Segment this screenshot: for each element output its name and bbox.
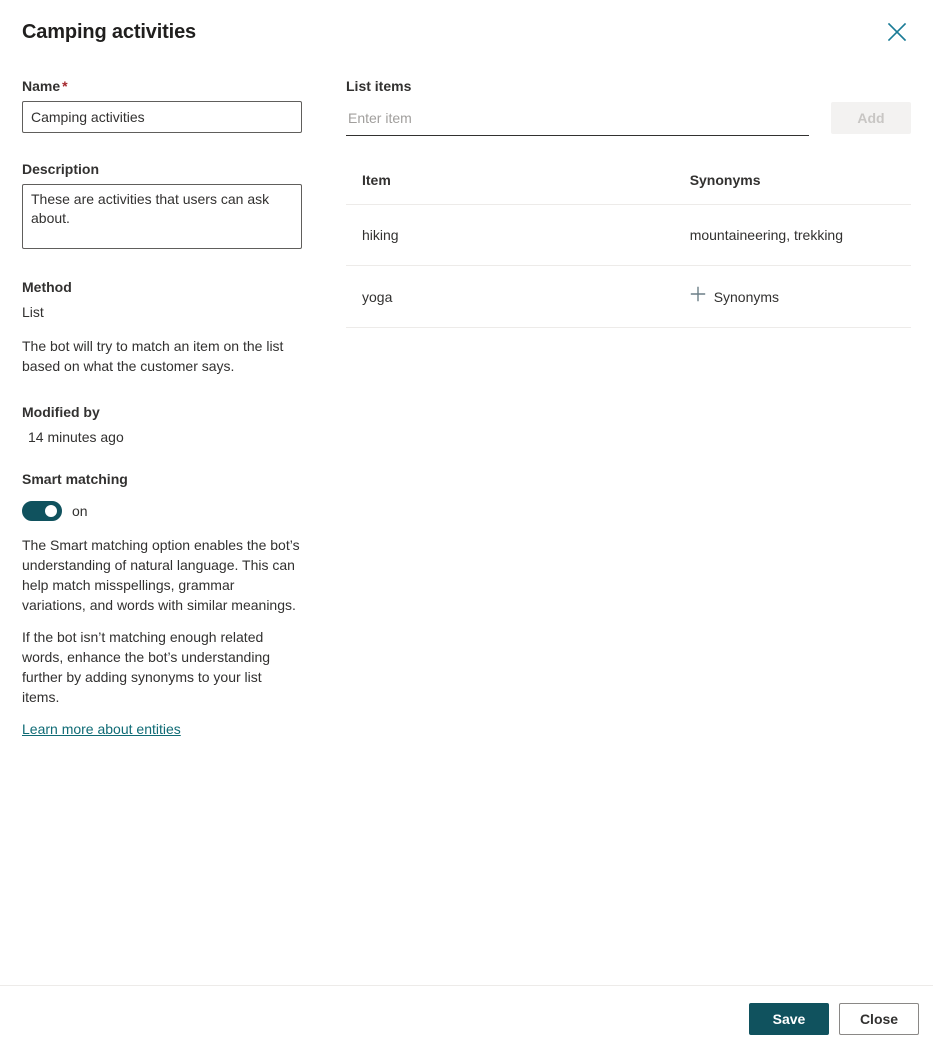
name-input[interactable] <box>22 101 302 133</box>
list-items-table: Item Synonyms hiking mountaineering, tre… <box>346 172 911 328</box>
smart-matching-toggle-state: on <box>72 503 88 519</box>
entity-editor-panel: Camping activities Name* Description <box>0 0 933 1052</box>
table-row[interactable]: yoga Synonyms <box>346 265 911 328</box>
description-textarea[interactable] <box>22 184 302 249</box>
smart-matching-toggle[interactable] <box>22 501 62 521</box>
save-button[interactable]: Save <box>749 1003 829 1035</box>
add-item-input[interactable] <box>346 104 809 136</box>
plus-icon <box>690 286 706 307</box>
cell-synonyms: mountaineering, trekking <box>673 204 911 266</box>
smart-matching-label: Smart matching <box>22 471 128 487</box>
close-icon <box>887 22 907 42</box>
method-group: Method List The bot will try to match an… <box>22 277 324 376</box>
description-field-group: Description <box>22 159 324 249</box>
modified-by-group: Modified by 14 minutes ago <box>22 402 324 447</box>
method-help-text: The bot will try to match an item on the… <box>22 338 284 374</box>
column-header-synonyms: Synonyms <box>673 172 911 205</box>
name-field-group: Name * <box>22 76 324 133</box>
modified-by-value: 14 minutes ago <box>28 429 124 445</box>
list-items-label: List items <box>346 78 412 94</box>
close-button[interactable] <box>877 12 917 52</box>
add-item-row: Add <box>346 102 911 136</box>
panel-footer: Save Close <box>0 985 933 1052</box>
smart-matching-help-1: The Smart matching option enables the bo… <box>22 537 300 613</box>
modified-by-label: Modified by <box>22 404 100 420</box>
description-label: Description <box>22 161 100 177</box>
page-title: Camping activities <box>22 21 197 43</box>
name-label: Name * <box>22 78 68 94</box>
cell-synonyms: Synonyms <box>673 265 911 328</box>
learn-more-link[interactable]: Learn more about entities <box>22 719 181 739</box>
method-value: List <box>22 304 44 320</box>
toggle-knob <box>45 505 57 517</box>
add-synonyms-button[interactable]: Synonyms <box>690 286 779 307</box>
add-item-button[interactable]: Add <box>831 102 911 134</box>
smart-matching-toggle-row: on <box>22 501 324 521</box>
list-items-table-head: Item Synonyms <box>346 172 911 205</box>
table-header-row: Item Synonyms <box>346 172 911 205</box>
add-synonyms-label: Synonyms <box>713 288 780 305</box>
table-row[interactable]: hiking mountaineering, trekking <box>346 204 911 266</box>
panel-body: Name* Description Method List The bot wi… <box>0 58 933 985</box>
column-header-item: Item <box>346 172 674 205</box>
panel-header: Camping activities <box>0 0 933 58</box>
method-label: Method <box>22 279 72 295</box>
smart-matching-group: Smart matching on The Smart matching opt… <box>22 469 324 739</box>
left-column: Name* Description Method List The bot wi… <box>22 58 324 739</box>
required-marker: * <box>62 78 68 94</box>
cell-item: yoga <box>346 265 674 328</box>
list-items-table-body: hiking mountaineering, trekking yoga Syn… <box>346 204 911 328</box>
close-footer-button[interactable]: Close <box>839 1003 919 1035</box>
smart-matching-help-2: If the bot isn’t matching enough related… <box>22 629 271 705</box>
right-column: List items Add Item Synonyms hiking moun… <box>346 58 911 328</box>
cell-item: hiking <box>346 204 674 266</box>
